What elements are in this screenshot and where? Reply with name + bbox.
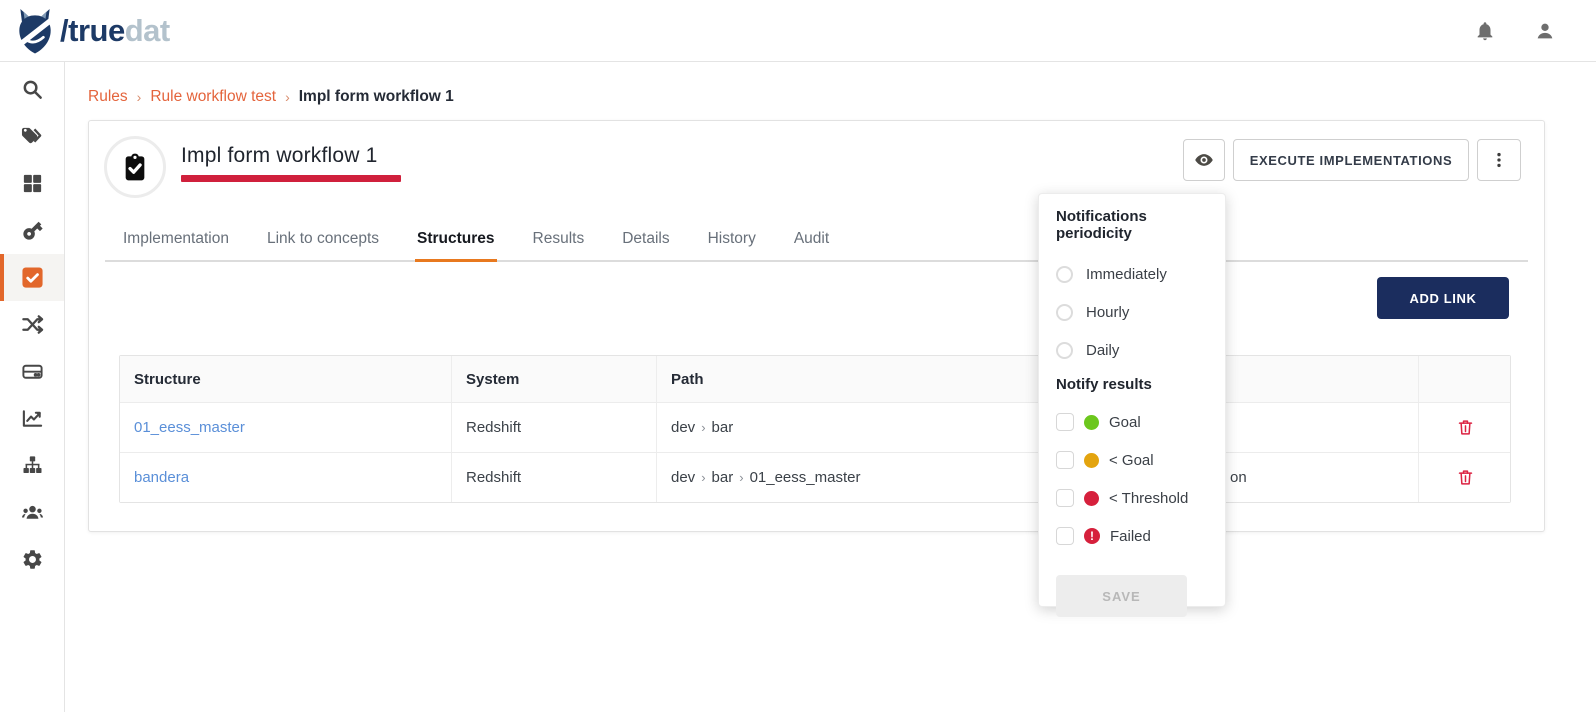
- breadcrumb-current: Impl form workflow 1: [299, 88, 454, 106]
- page-title: Impl form workflow 1: [181, 144, 401, 168]
- sidebar-item-systems[interactable]: [0, 348, 64, 395]
- more-options-button[interactable]: [1477, 139, 1521, 181]
- column-header-actions: [1419, 356, 1512, 402]
- execute-implementations-button[interactable]: EXECUTE IMPLEMENTATIONS: [1233, 139, 1469, 181]
- structures-table: Structure System Path 01_eess_master Red…: [119, 355, 1511, 503]
- path-separator: ›: [701, 420, 705, 435]
- sitemap-icon: [21, 454, 44, 477]
- trash-icon: [1456, 468, 1475, 487]
- checkbox-failed[interactable]: ! Failed: [1056, 523, 1208, 549]
- user-profile-icon[interactable]: [1534, 20, 1556, 42]
- tab-bar: Implementation Link to concepts Structur…: [105, 224, 1528, 262]
- main-content: Rules › Rule workflow test › Impl form w…: [65, 62, 1596, 712]
- view-button[interactable]: [1183, 139, 1225, 181]
- breadcrumb: Rules › Rule workflow test › Impl form w…: [88, 88, 1596, 106]
- save-button[interactable]: SAVE: [1056, 575, 1187, 617]
- notifications-popup: Notifications periodicity Immediately Ho…: [1038, 193, 1226, 607]
- tab-link-to-concepts[interactable]: Link to concepts: [265, 224, 381, 260]
- checkbox-below-goal[interactable]: < Goal: [1056, 447, 1208, 473]
- breadcrumb-rule-workflow-test[interactable]: Rule workflow test: [150, 88, 276, 106]
- owl-logo-icon: [14, 8, 56, 54]
- checkbox-box[interactable]: [1056, 527, 1074, 545]
- sidebar-item-tags[interactable]: [0, 113, 64, 160]
- below-goal-status-dot: [1084, 453, 1099, 468]
- notifications-bell-icon[interactable]: [1474, 20, 1496, 42]
- tab-details[interactable]: Details: [620, 224, 671, 260]
- title-underline: [181, 175, 401, 182]
- eye-icon: [1194, 150, 1214, 170]
- sidebar-item-charts[interactable]: [0, 395, 64, 442]
- implementation-type-badge: [104, 136, 166, 198]
- breadcrumb-separator: ›: [137, 89, 142, 105]
- column-header-system: System: [452, 356, 657, 402]
- breadcrumb-rules[interactable]: Rules: [88, 88, 128, 106]
- sidebar-item-quality-rules[interactable]: [0, 254, 64, 301]
- topbar: /truedat: [0, 0, 1596, 62]
- truedat-logo[interactable]: /truedat: [14, 8, 170, 54]
- checkbox-box[interactable]: [1056, 489, 1074, 507]
- kebab-menu-icon: [1489, 150, 1509, 170]
- checkbox-below-threshold[interactable]: < Threshold: [1056, 485, 1208, 511]
- sidebar-item-search[interactable]: [0, 66, 64, 113]
- gear-icon: [21, 548, 44, 571]
- notify-results-title: Notify results: [1056, 376, 1208, 393]
- delete-structure-button[interactable]: [1453, 415, 1479, 441]
- search-icon: [21, 78, 44, 101]
- below-threshold-status-dot: [1084, 491, 1099, 506]
- grid-icon: [21, 172, 44, 195]
- radio-circle[interactable]: [1056, 304, 1073, 321]
- checkbox-goal[interactable]: Goal: [1056, 409, 1208, 435]
- radio-immediately[interactable]: Immediately: [1056, 262, 1208, 286]
- checkbox-box[interactable]: [1056, 413, 1074, 431]
- table-row: 01_eess_master Redshift dev › bar: [120, 402, 1510, 452]
- table-row: bandera Redshift dev › bar › 01_eess_mas…: [120, 452, 1510, 502]
- goal-status-dot: [1084, 415, 1099, 430]
- system-cell: Redshift: [452, 453, 657, 502]
- tab-implementation[interactable]: Implementation: [121, 224, 231, 260]
- failed-exclamation-icon: !: [1084, 528, 1100, 544]
- structure-link[interactable]: bandera: [134, 469, 189, 486]
- implementation-card: Impl form workflow 1 EXECUTE IMPLEMENTAT…: [88, 120, 1545, 532]
- path-separator: ›: [739, 470, 743, 485]
- sidebar-item-lineage[interactable]: [0, 301, 64, 348]
- tags-icon: [21, 125, 44, 148]
- delete-structure-button[interactable]: [1453, 465, 1479, 491]
- radio-daily[interactable]: Daily: [1056, 338, 1208, 362]
- checkbox-box[interactable]: [1056, 451, 1074, 469]
- shuffle-icon: [21, 313, 44, 336]
- notifications-periodicity-title: Notifications periodicity: [1056, 208, 1208, 242]
- clipboard-check-icon: [119, 151, 151, 183]
- radio-circle[interactable]: [1056, 266, 1073, 283]
- trash-icon: [1456, 418, 1475, 437]
- radio-hourly[interactable]: Hourly: [1056, 300, 1208, 324]
- brand-name: /truedat: [60, 15, 170, 46]
- path-separator: ›: [701, 470, 705, 485]
- tab-history[interactable]: History: [706, 224, 758, 260]
- check-square-icon: [21, 266, 44, 289]
- sidebar-item-permissions[interactable]: [0, 207, 64, 254]
- tab-structures[interactable]: Structures: [415, 224, 497, 260]
- users-icon: [21, 501, 44, 524]
- sidebar-item-dashboard[interactable]: [0, 160, 64, 207]
- tab-results[interactable]: Results: [531, 224, 587, 260]
- radio-circle[interactable]: [1056, 342, 1073, 359]
- structure-link[interactable]: 01_eess_master: [134, 419, 245, 436]
- chart-line-icon: [21, 407, 44, 430]
- breadcrumb-separator: ›: [285, 89, 290, 105]
- system-cell: Redshift: [452, 403, 657, 452]
- sidebar-item-settings[interactable]: [0, 536, 64, 583]
- table-header-row: Structure System Path: [120, 356, 1510, 402]
- add-link-button[interactable]: ADD LINK: [1377, 277, 1509, 319]
- sidebar-item-taxonomy[interactable]: [0, 442, 64, 489]
- column-header-structure: Structure: [120, 356, 452, 402]
- key-icon: [16, 214, 49, 247]
- drive-icon: [21, 360, 44, 383]
- sidebar: [0, 62, 65, 712]
- sidebar-item-groups[interactable]: [0, 489, 64, 536]
- tab-audit[interactable]: Audit: [792, 224, 831, 260]
